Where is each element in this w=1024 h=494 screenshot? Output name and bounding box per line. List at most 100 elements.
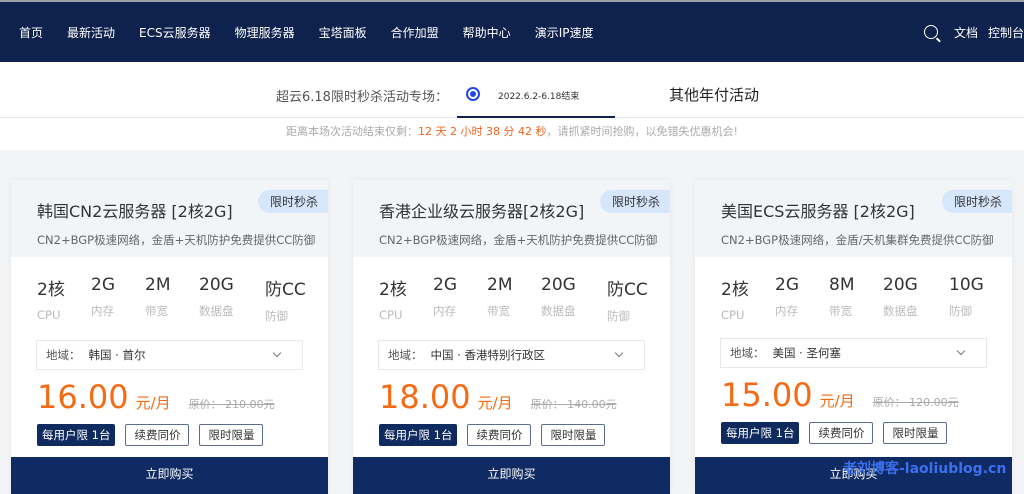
spec-value: 20G xyxy=(541,275,576,295)
region-label: 地域： xyxy=(730,346,765,360)
spec: 2核 CPU xyxy=(721,275,775,322)
card-header: 韩国CN2云服务器 [2核2G] CN2+BGP极速网络，金盾+天机防护免费提供… xyxy=(11,180,328,257)
nav-docs[interactable]: 文档 xyxy=(954,24,978,41)
spec: 2核 CPU xyxy=(379,275,433,324)
spec-value: 防CC xyxy=(265,280,306,300)
spec: 2G 内存 xyxy=(433,275,487,324)
tag-limit: 每用户限 1台 xyxy=(379,424,458,446)
price-value: 18.00 xyxy=(379,378,471,416)
original-price: 原价： 120.00元 xyxy=(872,396,959,409)
spec-value: 2G xyxy=(775,275,799,295)
tag-limited: 限时限量 xyxy=(883,422,948,444)
price-value: 16.00 xyxy=(37,378,129,416)
spec-value: 2核 xyxy=(721,280,749,300)
spec-value: 防CC xyxy=(607,280,648,300)
spec: 8M 带宽 xyxy=(829,275,883,322)
region-label: 地域： xyxy=(388,348,423,362)
nav-bt-panel[interactable]: 宝塔面板 xyxy=(319,24,367,41)
product-card: 美国ECS云服务器 [2核2G] CN2+BGP极速网络，金盾/天机集群免费提供… xyxy=(695,180,1012,494)
region-value: 韩国 · 首尔 xyxy=(88,348,146,362)
buy-now-button[interactable]: 立即购买 xyxy=(11,457,328,494)
tags: 每用户限 1台 续费同价 限时限量 xyxy=(379,424,670,446)
spec: 20G 数据盘 xyxy=(541,275,605,324)
tab-618[interactable]: 2022.6.2-6.18结束 xyxy=(498,89,579,102)
flash-sale-badge: 限时秒杀 xyxy=(257,190,328,213)
price-unit: 元/月 xyxy=(477,394,513,412)
activity-label: 超云6.18限时秒杀活动专场： xyxy=(276,90,448,105)
product-card: 韩国CN2云服务器 [2核2G] CN2+BGP极速网络，金盾+天机防护免费提供… xyxy=(11,180,328,494)
countdown-suffix: ，请抓紧时间抢购，以免错失优惠机会! xyxy=(546,125,738,138)
countdown-prefix: 距离本场次活动结束仅剩： xyxy=(286,125,419,138)
spec-value: 20G xyxy=(883,275,918,295)
specs: 2核 CPU 2G 内存 8M 带宽 20G 数据盘 10G 防御 xyxy=(695,257,1012,322)
nav-ecs[interactable]: ECS云服务器 xyxy=(139,24,211,41)
tags: 每用户限 1台 续费同价 限时限量 xyxy=(37,424,328,446)
top-nav: 首页 最新活动 ECS云服务器 物理服务器 宝塔面板 合作加盟 帮助中心 演示I… xyxy=(0,2,1024,62)
price: 18.00 元/月 原价： 140.00元 xyxy=(379,378,670,416)
spec: 10G 防御 xyxy=(949,275,1003,322)
spec-label: 内存 xyxy=(433,304,456,318)
spec-label: CPU xyxy=(37,308,61,322)
original-price: 原价： 210.00元 xyxy=(188,398,275,411)
region-value: 中国 · 香港特别行政区 xyxy=(430,348,545,362)
chevron-down-icon xyxy=(272,348,282,358)
price-unit: 元/月 xyxy=(135,394,171,412)
card-header: 香港企业级云服务器[2核2G] CN2+BGP极速网络，金盾+天机防护免费提供C… xyxy=(353,180,670,257)
tag-limited: 限时限量 xyxy=(541,424,606,446)
tab-other-annual[interactable]: 其他年付活动 xyxy=(669,84,759,105)
spec-label: CPU xyxy=(379,308,403,322)
nav-physical-server[interactable]: 物理服务器 xyxy=(235,24,295,41)
spec-value: 2核 xyxy=(37,280,65,300)
activity-tabs: 超云6.18限时秒杀活动专场： 2022.6.2-6.18结束 其他年付活动 xyxy=(0,62,1024,118)
active-tab-indicator xyxy=(457,116,615,118)
tag-limit: 每用户限 1台 xyxy=(37,424,116,446)
spec-value: 10G xyxy=(949,275,984,295)
region-select[interactable]: 地域： 中国 · 香港特别行政区 xyxy=(378,340,645,370)
search-icon[interactable] xyxy=(923,25,938,39)
buy-now-button[interactable]: 立即购买 xyxy=(353,457,670,494)
nav-latest-activity[interactable]: 最新活动 xyxy=(67,24,115,41)
spec: 2M 带宽 xyxy=(487,275,541,324)
spec-label: 内存 xyxy=(775,304,798,318)
region-value: 美国 · 圣何塞 xyxy=(772,346,841,360)
spec: 2核 CPU xyxy=(37,275,91,324)
spec-label: 防御 xyxy=(949,304,972,318)
spec-label: 内存 xyxy=(91,304,114,318)
card-desc: CN2+BGP极速网络，金盾/天机集群免费提供CC防御 xyxy=(721,233,994,247)
flash-sale-badge: 限时秒杀 xyxy=(599,190,670,213)
card-header: 美国ECS云服务器 [2核2G] CN2+BGP极速网络，金盾/天机集群免费提供… xyxy=(695,180,1012,257)
spec: 防CC 防御 xyxy=(607,275,661,324)
nav-home[interactable]: 首页 xyxy=(19,24,43,41)
countdown: 距离本场次活动结束仅剩：12 天 2 小时 38 分 42 秒，请抓紧时间抢购，… xyxy=(0,118,1024,150)
nav-partner[interactable]: 合作加盟 xyxy=(391,24,439,41)
nav-ip-speed[interactable]: 演示IP速度 xyxy=(535,24,594,41)
flash-sale-badge: 限时秒杀 xyxy=(941,190,1012,213)
spec-value: 8M xyxy=(829,275,855,295)
nav-help[interactable]: 帮助中心 xyxy=(463,24,511,41)
specs: 2核 CPU 2G 内存 2M 带宽 20G 数据盘 防CC 防御 xyxy=(11,257,328,324)
spec-value: 2M xyxy=(487,275,513,295)
tag-renew: 续费同价 xyxy=(125,424,190,446)
nav-console[interactable]: 控制台 xyxy=(988,24,1024,41)
spec-value: 2核 xyxy=(379,280,407,300)
spec: 2M 带宽 xyxy=(145,275,199,324)
spec: 防CC 防御 xyxy=(265,275,319,324)
region-label: 地域： xyxy=(46,348,81,362)
original-price: 原价： 140.00元 xyxy=(530,398,617,411)
region-select[interactable]: 地域： 韩国 · 首尔 xyxy=(36,340,303,370)
price: 16.00 元/月 原价： 210.00元 xyxy=(37,378,328,416)
spec-label: 数据盘 xyxy=(199,304,234,318)
tag-renew: 续费同价 xyxy=(809,422,874,444)
price-value: 15.00 xyxy=(721,376,813,414)
price-unit: 元/月 xyxy=(819,392,855,410)
region-select[interactable]: 地域： 美国 · 圣何塞 xyxy=(720,338,987,368)
specs: 2核 CPU 2G 内存 2M 带宽 20G 数据盘 防CC 防御 xyxy=(353,257,670,324)
spec-label: CPU xyxy=(721,308,745,322)
spec-value: 2G xyxy=(433,275,457,295)
tag-limited: 限时限量 xyxy=(199,424,264,446)
spec-label: 防御 xyxy=(265,309,288,323)
spec: 2G 内存 xyxy=(775,275,829,322)
spec-value: 2M xyxy=(145,275,171,295)
tag-renew: 续费同价 xyxy=(467,424,532,446)
chevron-down-icon xyxy=(614,348,624,358)
